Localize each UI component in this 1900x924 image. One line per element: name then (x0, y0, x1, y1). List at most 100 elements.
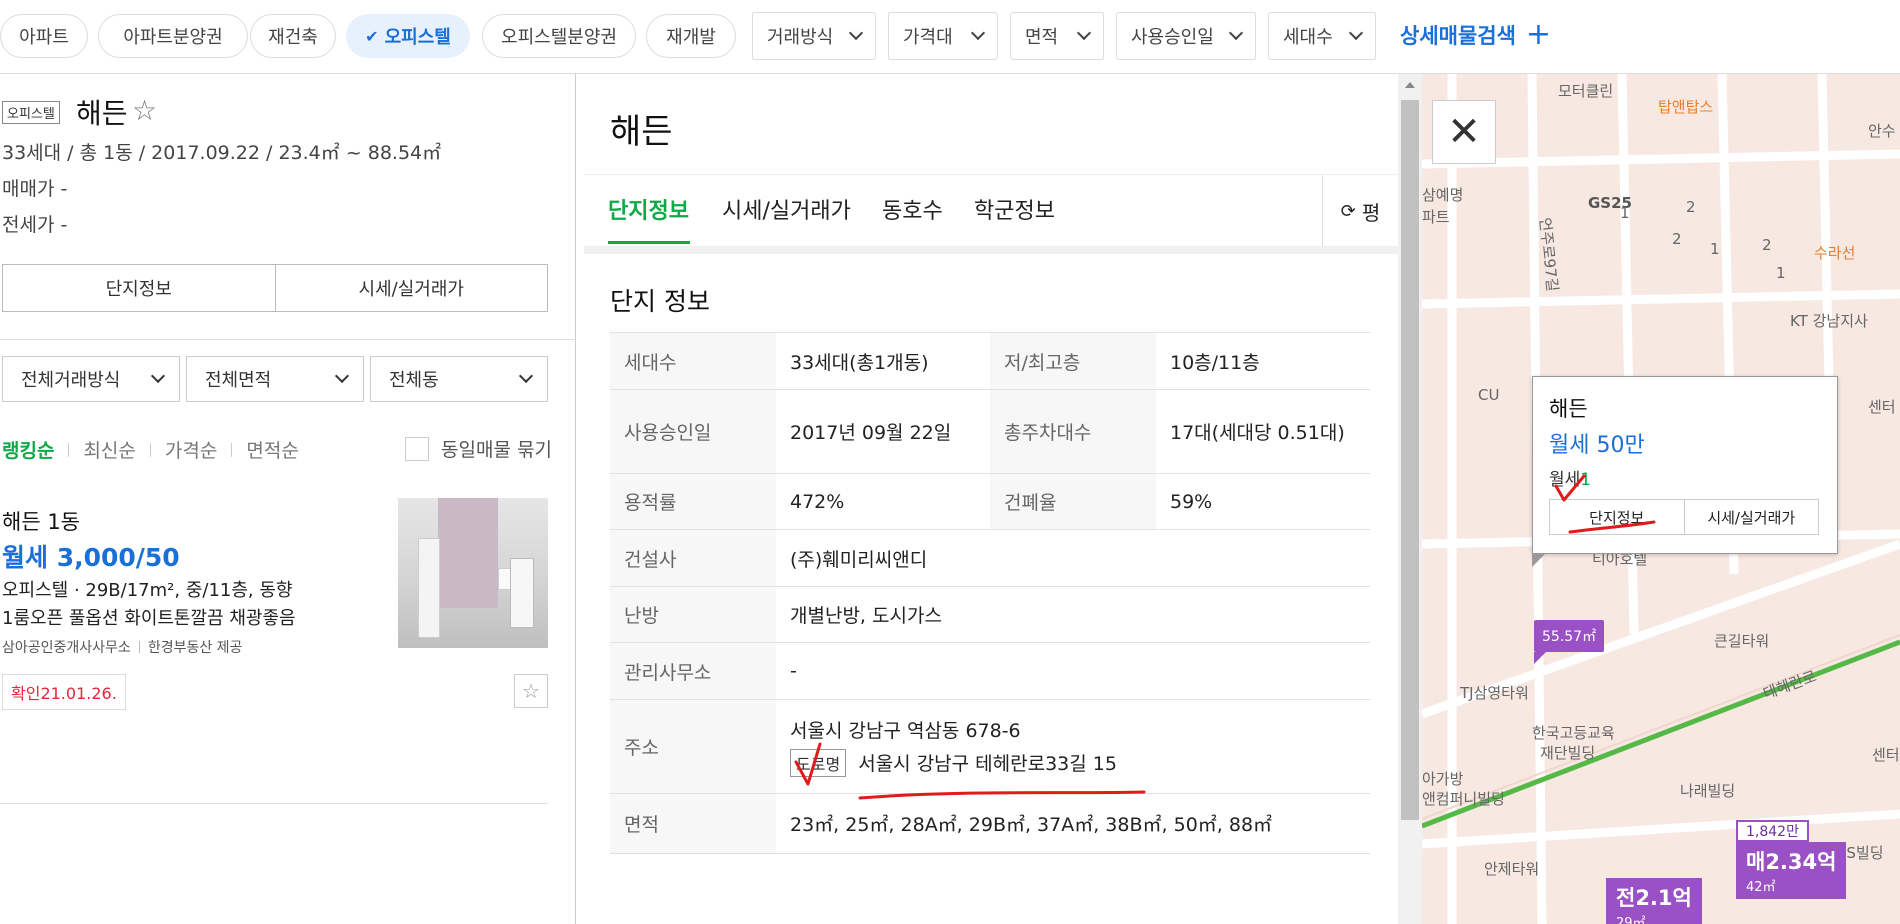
poi-tap: 탑앤탑스 (1658, 98, 1714, 116)
parking-label: 총주차대수 (990, 389, 1156, 474)
poi-n3: 2 (1672, 230, 1682, 248)
complex-popup: 해든 월세 50만 월세1 단지정보 시세/실거래가 (1532, 376, 1838, 567)
group-same-listings[interactable]: 동일매물 묶기 (405, 435, 552, 462)
heating-value: 개별난방, 도시가스 (776, 586, 1370, 643)
chevron-down-icon (848, 25, 864, 41)
chip-apartment-presale[interactable]: 아파트분양권 (98, 14, 248, 58)
poi-apt: 삼예명 (1422, 186, 1464, 204)
chip-officetel-presale[interactable]: 오피스텔분양권 (482, 14, 636, 58)
filter-deal-type[interactable]: 전체거래방식 (2, 356, 180, 402)
sort-latest[interactable]: 최신순 (83, 436, 135, 463)
chevron-down-icon (1348, 25, 1364, 41)
photo-fridge (510, 558, 534, 628)
sale-price: 매매가 - (2, 178, 68, 200)
map-marker[interactable]: 55.57㎡ (1534, 620, 1605, 664)
chip-apartment[interactable]: 아파트 (0, 14, 88, 58)
complex-name: 해든 (76, 97, 128, 130)
active-tab-indicator (608, 241, 690, 244)
marker-cap: 1,842만 (1736, 820, 1809, 842)
office-label: 관리사무소 (610, 642, 776, 700)
map-view[interactable]: ✕ 모터클린 탑앤탑스 안수 GS25 삼예명 파트 언주로97길 1 2 2 … (1422, 74, 1900, 924)
address-road-line: 도로명 서울시 강남구 테헤란로33길 15 (790, 749, 1356, 777)
dropdown-households[interactable]: 세대수 (1268, 12, 1376, 60)
filter-bar: 아파트 아파트분양권 재건축 ✔ 오피스텔 오피스텔분양권 재개발 거래방식 가… (0, 0, 1900, 74)
poi-ansu: 안수 (1868, 122, 1896, 140)
dropdown-approval-date-label: 사용승인일 (1131, 27, 1214, 48)
chip-officetel[interactable]: ✔ 오피스텔 (346, 14, 470, 58)
marker-main: 전2.1억 (1616, 886, 1692, 910)
popup-price-history-button[interactable]: 시세/실거래가 (1683, 500, 1819, 534)
divider (138, 641, 140, 653)
detail-search-label: 상세매물검색 (1400, 24, 1516, 48)
poi-n6: 1 (1776, 264, 1786, 282)
tab-complex-info[interactable]: 단지정보 (3, 265, 275, 311)
tab-price-history[interactable]: 시세/실거래가 (722, 193, 851, 225)
filter-building-label: 전체동 (389, 370, 439, 391)
office-value: - (776, 642, 1370, 700)
divider (0, 339, 576, 340)
favorite-star-icon[interactable]: ☆ (514, 674, 548, 708)
tab-unit-numbers[interactable]: 동호수 (882, 193, 943, 225)
map-marker[interactable]: 전2.1억 29㎡ (1606, 878, 1702, 924)
poi-apt2: 파트 (1422, 208, 1450, 226)
dropdown-price-range[interactable]: 가격대 (888, 12, 998, 60)
filter-area[interactable]: 전체면적 (186, 356, 364, 402)
table-row: 주소 서울시 강남구 역삼동 678-6 도로명 서울시 강남구 테헤란로33길… (610, 699, 1370, 794)
list-item[interactable]: 해든 1동 월세 3,000/50 오피스텔 · 29B/17m², 중/11층… (0, 494, 548, 804)
group-checkbox[interactable] (405, 436, 429, 461)
poi-motor: 모터클린 (1558, 82, 1614, 100)
pyeong-label: 평 (1361, 200, 1381, 225)
page-title: 해든 (610, 112, 673, 152)
filter-building[interactable]: 전체동 (370, 356, 548, 402)
poi-surage: 수라선 (1814, 244, 1856, 262)
chip-officetel-label: 오피스텔 (384, 27, 451, 48)
favorite-star-icon[interactable]: ☆ (132, 94, 157, 127)
photo-wall (438, 498, 498, 608)
scrollbar[interactable] (1398, 74, 1422, 924)
far-label: 용적률 (610, 473, 776, 530)
dropdown-area-label: 면적 (1025, 27, 1059, 48)
table-row: 건설사 (주)훼미리씨앤디 (610, 529, 1370, 587)
divider (149, 442, 151, 457)
dropdown-deal-type[interactable]: 거래방식 (752, 12, 876, 60)
listing-price: 월세 3,000/50 (2, 543, 180, 572)
type-badge: 오피스텔 (2, 101, 60, 124)
dropdown-area[interactable]: 면적 (1010, 12, 1104, 60)
complex-detail-panel: 해든 단지정보 시세/실거래가 동호수 학군정보 ⟳ 평 단지 정보 세대수 3… (584, 74, 1398, 924)
table-row: 사용승인일 2017년 09월 22일 총주차대수 17대(세대당 0.51대) (610, 389, 1370, 474)
tab-price-history[interactable]: 시세/실거래가 (274, 265, 548, 311)
plus-icon: + (1525, 17, 1552, 52)
bcr-label: 건폐율 (990, 473, 1156, 530)
close-icon[interactable]: ✕ (1432, 100, 1496, 164)
scrollbar-thumb[interactable] (1401, 100, 1419, 820)
dropdown-approval-date[interactable]: 사용승인일 (1116, 12, 1256, 60)
poi-keungil: 큰길타워 (1714, 632, 1770, 650)
listing-agent: 삼아공인중개사사무소 한경부동산 제공 (2, 637, 242, 657)
sort-ranking[interactable]: 랭킹순 (2, 436, 54, 463)
builder-label: 건설사 (610, 529, 776, 587)
tab-school-info[interactable]: 학군정보 (974, 193, 1055, 225)
photo-door (418, 538, 440, 638)
chevron-down-icon (334, 368, 350, 384)
filter-area-label: 전체면적 (205, 370, 272, 391)
left-tabs: 단지정보 시세/실거래가 (2, 264, 548, 312)
sort-price[interactable]: 가격순 (165, 436, 217, 463)
provider-name: 한경부동산 제공 (147, 640, 243, 656)
listing-type: 오피스텔 · 29B/17m², 중/11층, 동향 (2, 580, 293, 601)
scroll-up-arrow-icon[interactable] (1405, 82, 1415, 88)
divider (68, 442, 70, 457)
table-row: 난방 개별난방, 도시가스 (610, 586, 1370, 643)
popup-tail (1532, 553, 1546, 567)
popup-complex-info-button[interactable]: 단지정보 (1550, 500, 1684, 534)
confirmed-date-badge: 확인21.01.26. (2, 674, 126, 710)
sort-area[interactable]: 면적순 (246, 436, 298, 463)
listing-photo[interactable] (398, 498, 548, 648)
detail-search-link[interactable]: 상세매물검색 + (1400, 20, 1551, 50)
far-value: 472% (776, 473, 990, 530)
chip-redevelopment[interactable]: 재개발 (646, 14, 736, 58)
poi-hanguk2: 재단빌딩 (1540, 744, 1596, 762)
map-marker[interactable]: 1,842만 매2.34억 42㎡ (1736, 820, 1847, 899)
tab-complex-info[interactable]: 단지정보 (608, 193, 689, 225)
chip-reconstruction[interactable]: 재건축 (250, 14, 336, 58)
pyeong-toggle-button[interactable]: ⟳ 평 (1322, 175, 1398, 247)
